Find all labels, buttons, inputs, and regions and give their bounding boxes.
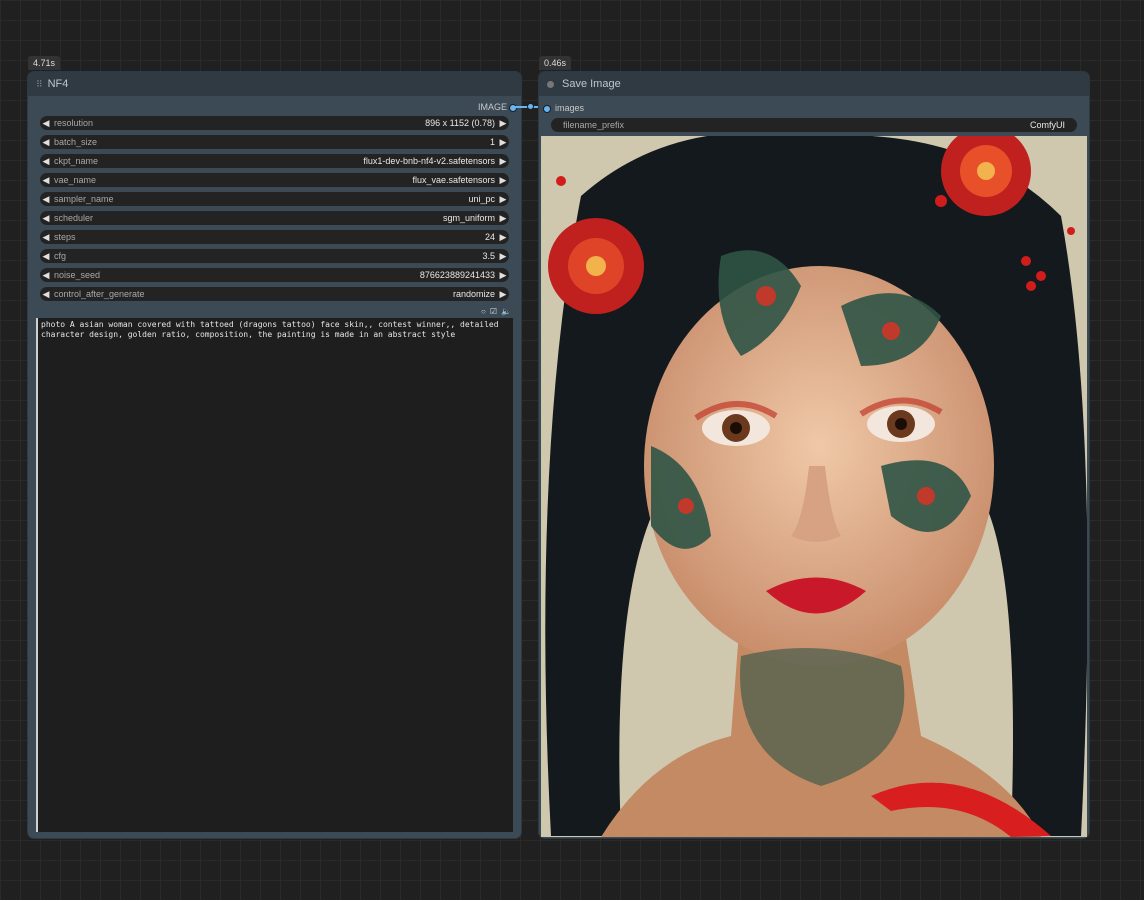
decrement-arrow-icon[interactable]: ◀ bbox=[40, 192, 52, 206]
widget-steps[interactable]: ◀ steps 24 ▶ bbox=[40, 230, 509, 244]
output-label: IMAGE bbox=[477, 102, 507, 112]
nf4-node-body: IMAGE ◀ resolution 896 x 1152 (0.78) ▶ ◀ batc… bbox=[28, 96, 521, 838]
save-image-node-body: images filename_prefix ComfyUI bbox=[539, 96, 1089, 838]
decrement-arrow-icon[interactable]: ◀ bbox=[40, 154, 52, 168]
decrement-arrow-icon[interactable]: ◀ bbox=[40, 230, 52, 244]
nf4-node-header[interactable]: ⠿ NF4 bbox=[28, 72, 521, 96]
nf4-exec-time-badge: 4.71s bbox=[28, 56, 61, 70]
checkbox-icon[interactable]: ☑ bbox=[490, 308, 497, 316]
widget-name: cfg bbox=[54, 251, 67, 261]
widget-name: filename_prefix bbox=[563, 120, 625, 130]
widget-scheduler[interactable]: ◀ scheduler sgm_uniform ▶ bbox=[40, 211, 509, 225]
increment-arrow-icon[interactable]: ▶ bbox=[497, 211, 509, 225]
widget-value: 896 x 1152 (0.78) bbox=[425, 118, 495, 128]
increment-arrow-icon[interactable]: ▶ bbox=[497, 249, 509, 263]
input-row-images: images bbox=[539, 98, 1089, 118]
widget-name: steps bbox=[54, 232, 76, 242]
generated-portrait-image bbox=[541, 136, 1087, 837]
widget-value: uni_pc bbox=[468, 194, 495, 204]
circle-icon[interactable]: ○ bbox=[481, 308, 486, 316]
prompt-textarea[interactable]: photo A asian woman covered with tattoed… bbox=[36, 318, 513, 832]
widget-name: sampler_name bbox=[54, 194, 114, 204]
increment-arrow-icon[interactable]: ▶ bbox=[497, 116, 509, 130]
widget-value: randomize bbox=[452, 289, 495, 299]
node-title: Save Image bbox=[562, 78, 621, 90]
save-image-node[interactable]: Save Image images filename_prefix ComfyU… bbox=[539, 72, 1089, 838]
collapse-dot-icon[interactable] bbox=[547, 80, 554, 88]
widget-value: flux_vae.safetensors bbox=[412, 175, 495, 185]
decrement-arrow-icon[interactable]: ◀ bbox=[40, 211, 52, 225]
widget-ckpt-name[interactable]: ◀ ckpt_name flux1-dev-bnb-nf4-v2.safetenso… bbox=[40, 154, 509, 168]
widget-resolution[interactable]: ◀ resolution 896 x 1152 (0.78) ▶ bbox=[40, 116, 509, 130]
grip-icon[interactable]: ⠿ bbox=[36, 72, 43, 96]
widget-name: vae_name bbox=[54, 175, 97, 185]
decrement-arrow-icon[interactable]: ◀ bbox=[40, 268, 52, 282]
node-title: NF4 bbox=[47, 78, 69, 90]
increment-arrow-icon[interactable]: ▶ bbox=[497, 173, 509, 187]
widget-vae-name[interactable]: ◀ vae_name flux_vae.safetensors ▶ bbox=[40, 173, 509, 187]
decrement-arrow-icon[interactable]: ◀ bbox=[40, 173, 52, 187]
increment-arrow-icon[interactable]: ▶ bbox=[497, 287, 509, 301]
widget-name: resolution bbox=[54, 118, 94, 128]
prompt-toolbar: ○ ☑ 🔈 bbox=[28, 306, 521, 318]
widget-value: ComfyUI bbox=[1029, 120, 1065, 130]
image-preview[interactable] bbox=[541, 136, 1087, 837]
widget-value: flux1-dev-bnb-nf4-v2.safetensors bbox=[363, 156, 495, 166]
widget-name: noise_seed bbox=[54, 270, 101, 280]
decrement-arrow-icon[interactable]: ◀ bbox=[40, 116, 52, 130]
widget-value: 876623889241433 bbox=[419, 270, 495, 280]
decrement-arrow-icon[interactable]: ◀ bbox=[40, 135, 52, 149]
increment-arrow-icon[interactable]: ▶ bbox=[497, 230, 509, 244]
widget-batch-size[interactable]: ◀ batch_size 1 ▶ bbox=[40, 135, 509, 149]
widget-name: control_after_generate bbox=[54, 289, 145, 299]
link-midpoint-dot[interactable] bbox=[527, 103, 534, 110]
widget-name: ckpt_name bbox=[54, 156, 99, 166]
red-flower-left bbox=[548, 218, 644, 314]
filename-prefix-widget[interactable]: filename_prefix ComfyUI bbox=[551, 118, 1077, 132]
widget-value: 24 bbox=[484, 232, 495, 242]
widget-name: scheduler bbox=[54, 213, 94, 223]
save-image-exec-time-badge: 0.46s bbox=[539, 56, 572, 70]
increment-arrow-icon[interactable]: ▶ bbox=[497, 135, 509, 149]
widget-value: 1 bbox=[489, 137, 495, 147]
output-row-image: IMAGE bbox=[28, 98, 521, 116]
widget-value: 3.5 bbox=[482, 251, 495, 261]
widget-list: ◀ resolution 896 x 1152 (0.78) ▶ ◀ batch_size… bbox=[28, 116, 521, 301]
widget-noise-seed[interactable]: ◀ noise_seed 876623889241433 ▶ bbox=[40, 268, 509, 282]
decrement-arrow-icon[interactable]: ◀ bbox=[40, 287, 52, 301]
speaker-icon[interactable]: 🔈 bbox=[501, 308, 511, 316]
input-label: images bbox=[555, 103, 585, 113]
widget-name: batch_size bbox=[54, 137, 98, 147]
increment-arrow-icon[interactable]: ▶ bbox=[497, 154, 509, 168]
decrement-arrow-icon[interactable]: ◀ bbox=[40, 249, 52, 263]
increment-arrow-icon[interactable]: ▶ bbox=[497, 268, 509, 282]
widget-sampler-name[interactable]: ◀ sampler_name uni_pc ▶ bbox=[40, 192, 509, 206]
widget-control-after-generate[interactable]: ◀ control_after_generate randomize ▶ bbox=[40, 287, 509, 301]
save-image-node-header[interactable]: Save Image bbox=[539, 72, 1089, 96]
nf4-node[interactable]: ⠿ NF4 IMAGE ◀ resolution 896 x 1152 (0.78)… bbox=[28, 72, 521, 838]
widget-cfg[interactable]: ◀ cfg 3.5 ▶ bbox=[40, 249, 509, 263]
increment-arrow-icon[interactable]: ▶ bbox=[497, 192, 509, 206]
input-slot-images[interactable] bbox=[543, 105, 551, 113]
widget-value: sgm_uniform bbox=[442, 213, 495, 223]
